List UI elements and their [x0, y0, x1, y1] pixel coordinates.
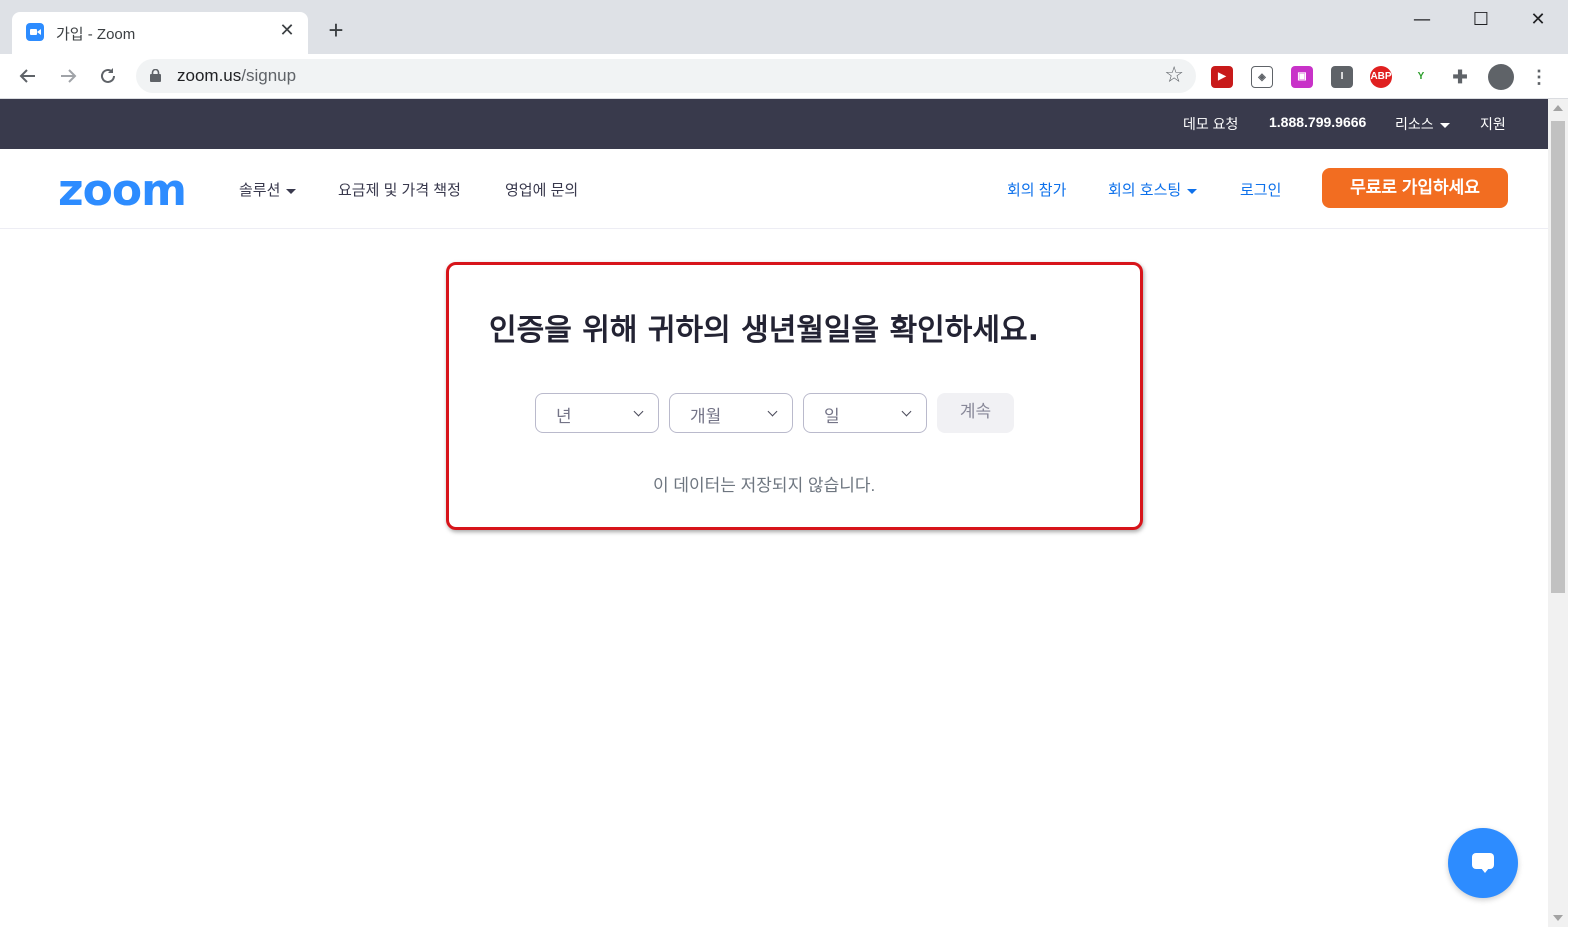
- chat-support-button[interactable]: [1448, 828, 1518, 898]
- close-window-button[interactable]: ✕: [1518, 6, 1558, 34]
- year-placeholder: 년: [556, 407, 572, 426]
- zoom-topbar: 데모 요청 1.888.799.9666 리소스 지원: [0, 99, 1548, 149]
- url-host: zoom.us: [177, 66, 242, 85]
- sign-in-link[interactable]: 로그인: [1240, 179, 1281, 200]
- pricing-link[interactable]: 요금제 및 가격 책정: [338, 179, 461, 200]
- menu-kebab-icon[interactable]: ⋮: [1528, 66, 1550, 88]
- url-path: /signup: [241, 66, 297, 85]
- extension-video-icon[interactable]: ▶: [1211, 66, 1233, 88]
- extension-screen-icon[interactable]: ▣: [1291, 66, 1313, 88]
- extensions-puzzle-icon[interactable]: ✚: [1449, 66, 1471, 88]
- extension-tag-icon[interactable]: ◈: [1251, 66, 1273, 88]
- adblock-extension-icon[interactable]: ABP: [1370, 66, 1392, 88]
- chevron-down-icon: [633, 406, 644, 417]
- zoom-main-nav: zoom 솔루션 요금제 및 가격 책정 영업에 문의 회의 참가 회의 호스팅…: [0, 149, 1548, 229]
- host-meeting-label: 회의 호스팅: [1108, 182, 1182, 199]
- address-bar[interactable]: zoom.us/signup ☆: [136, 59, 1196, 93]
- sign-up-free-button[interactable]: 무료로 가입하세요: [1322, 168, 1508, 208]
- solutions-menu[interactable]: 솔루션: [239, 179, 297, 200]
- birth-year-select[interactable]: 년: [535, 393, 659, 433]
- browser-toolbar: zoom.us/signup ☆ ▶ ◈ ▣ I ABP Y ✚ ⋮: [0, 54, 1568, 99]
- contact-sales-link[interactable]: 영업에 문의: [505, 179, 578, 200]
- back-arrow-icon: [19, 69, 35, 83]
- extension-leaf-icon[interactable]: Y: [1410, 66, 1432, 88]
- tab-title: 가입 - Zoom: [56, 26, 136, 43]
- caret-down-icon: [1187, 188, 1198, 194]
- solutions-label: 솔루션: [239, 182, 281, 199]
- day-placeholder: 일: [824, 407, 840, 426]
- url-text: zoom.us/signup: [177, 66, 296, 86]
- browser-tab[interactable]: 가입 - Zoom ✕: [12, 12, 308, 54]
- back-button[interactable]: [12, 60, 44, 92]
- scrollbar-thumb[interactable]: [1551, 121, 1565, 593]
- browser-tab-strip: 가입 - Zoom ✕ + — ☐ ✕: [0, 0, 1568, 54]
- scroll-down-arrow-icon[interactable]: [1553, 915, 1563, 921]
- scroll-up-arrow-icon[interactable]: [1553, 105, 1563, 111]
- page-title: 인증을 위해 귀하의 생년월일을 확인하세요.: [489, 313, 1039, 348]
- extension-i-icon[interactable]: I: [1331, 66, 1353, 88]
- continue-button[interactable]: 계속: [937, 393, 1014, 433]
- resources-label: 리소스: [1395, 116, 1434, 132]
- reload-button[interactable]: [92, 60, 124, 92]
- birth-day-select[interactable]: 일: [803, 393, 927, 433]
- resources-menu[interactable]: 리소스: [1395, 114, 1450, 134]
- lock-icon: [150, 69, 161, 82]
- bookmark-star-icon[interactable]: ☆: [1164, 63, 1184, 88]
- minimize-button[interactable]: —: [1402, 6, 1442, 34]
- request-demo-link[interactable]: 데모 요청: [1183, 114, 1238, 134]
- chevron-down-icon: [767, 406, 778, 417]
- chat-bubble-icon: [1472, 853, 1494, 873]
- privacy-note: 이 데이터는 저장되지 않습니다.: [653, 476, 876, 495]
- phone-link[interactable]: 1.888.799.9666: [1269, 114, 1366, 130]
- caret-down-icon: [1439, 122, 1450, 128]
- month-placeholder: 개월: [690, 407, 722, 426]
- zoom-logo[interactable]: zoom: [58, 165, 187, 216]
- chevron-down-icon: [901, 406, 912, 417]
- page-scrollbar[interactable]: [1548, 99, 1568, 927]
- profile-avatar-icon[interactable]: [1488, 64, 1514, 90]
- forward-arrow-icon: [61, 69, 77, 83]
- join-meeting-link[interactable]: 회의 참가: [1007, 179, 1066, 200]
- new-tab-button[interactable]: +: [322, 16, 350, 44]
- tab-close-icon[interactable]: ✕: [276, 20, 298, 42]
- birth-month-select[interactable]: 개월: [669, 393, 793, 433]
- caret-down-icon: [286, 188, 297, 194]
- web-page: 데모 요청 1.888.799.9666 리소스 지원 zoom 솔루션 요금제…: [0, 99, 1548, 927]
- forward-button[interactable]: [52, 60, 84, 92]
- maximize-button[interactable]: ☐: [1461, 6, 1501, 34]
- host-meeting-menu[interactable]: 회의 호스팅: [1108, 179, 1198, 200]
- support-link[interactable]: 지원: [1480, 114, 1506, 134]
- zoom-favicon-icon: [26, 23, 44, 41]
- reload-icon: [101, 68, 115, 83]
